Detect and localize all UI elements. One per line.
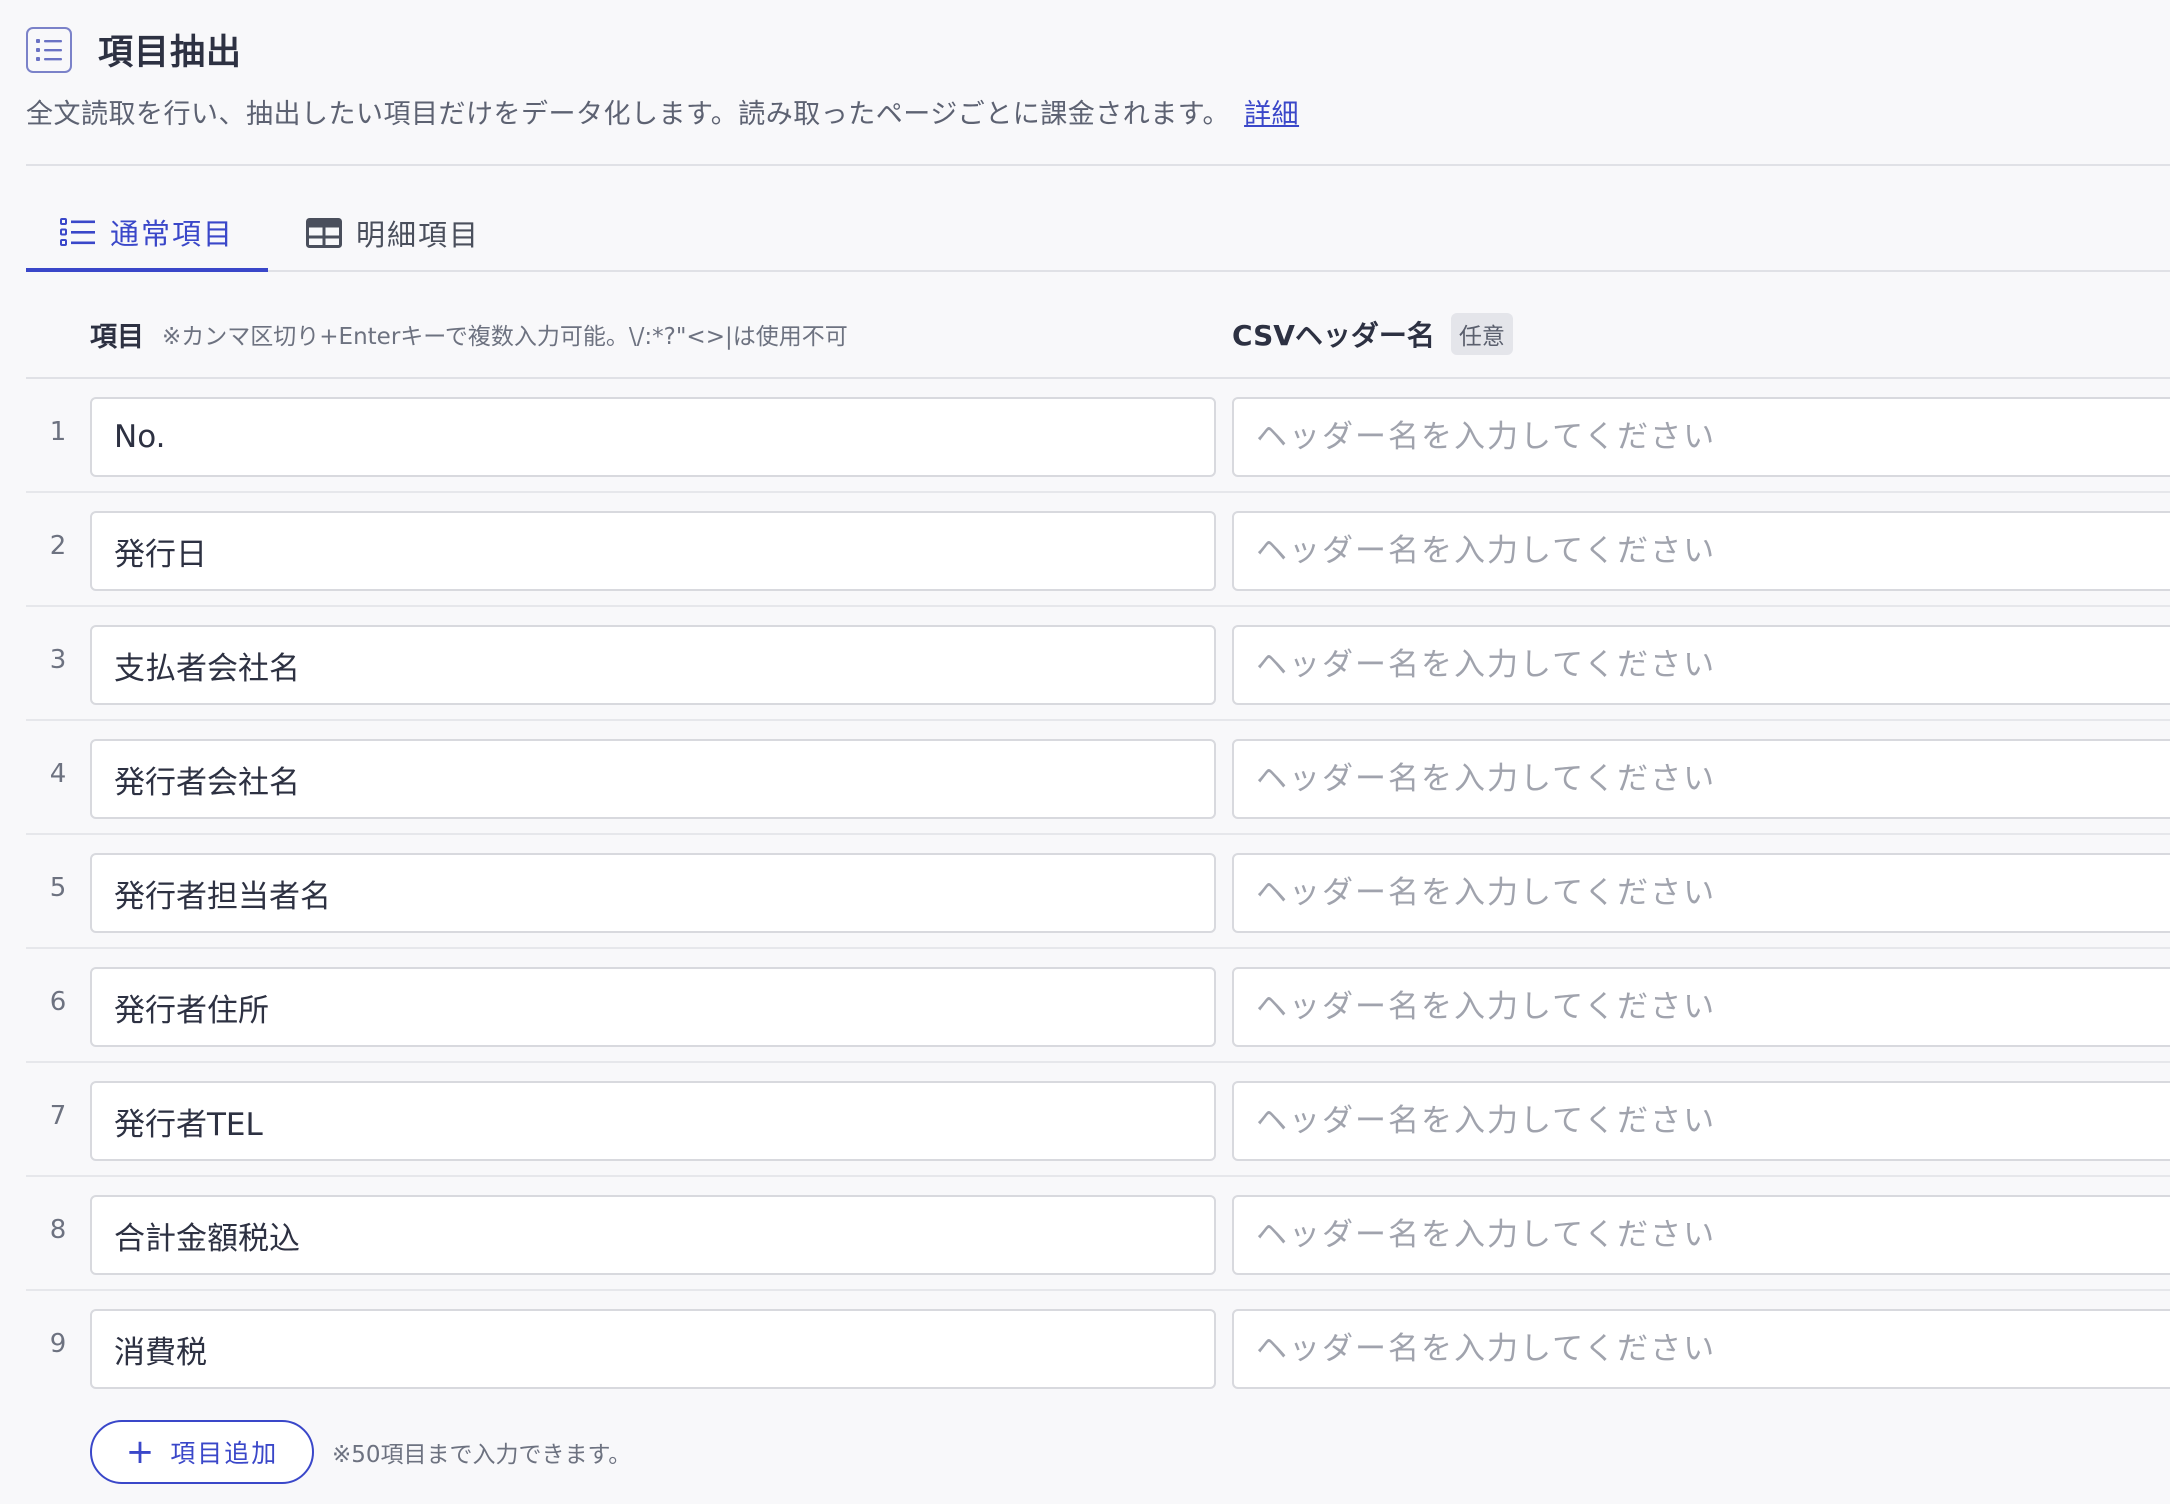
item-name-input[interactable]	[90, 739, 1216, 819]
list-icon	[59, 217, 96, 247]
item-row: 1	[0, 379, 2170, 493]
item-column-header: 項目 ※カンマ区切り+Enterキーで複数入力可能。\/:*?"<>|は使用不可	[90, 300, 848, 368]
item-row: 4	[0, 721, 2170, 835]
list-icon	[26, 26, 72, 73]
item-name-input[interactable]	[90, 967, 1216, 1047]
item-row: 5	[0, 835, 2170, 949]
csv-header-input[interactable]	[1232, 1081, 2170, 1161]
add-item-button[interactable]: + 項目追加	[90, 1420, 314, 1484]
row-number: 6	[49, 987, 67, 1017]
item-row: 3	[0, 607, 2170, 721]
row-number: 8	[49, 1215, 67, 1245]
table-icon	[306, 218, 342, 248]
row-number: 1	[49, 417, 67, 447]
item-row: 7	[0, 1063, 2170, 1177]
item-row: 9	[0, 1291, 2170, 1405]
item-column-hint: ※カンマ区切り+Enterキーで複数入力可能。\/:*?"<>|は使用不可	[162, 324, 848, 350]
csv-header-input[interactable]	[1232, 967, 2170, 1047]
csv-column-label: CSVヘッダー名	[1232, 319, 1435, 352]
row-number: 5	[49, 873, 67, 903]
row-number: 9	[49, 1329, 67, 1359]
tab-label: 通常項目	[109, 217, 234, 251]
item-name-input[interactable]	[90, 625, 1216, 705]
plus-icon: +	[125, 1432, 157, 1472]
detail-link[interactable]: 詳細	[1244, 99, 1299, 130]
row-number: 7	[49, 1101, 67, 1131]
page: 項目抽出 全文読取を行い、抽出したい項目だけをデータ化します。読み取ったページご…	[0, 0, 2170, 1504]
item-name-input[interactable]	[90, 397, 1216, 477]
csv-header-input[interactable]	[1232, 511, 2170, 591]
optional-badge: 任意	[1450, 313, 1513, 355]
item-name-input[interactable]	[90, 1081, 1216, 1161]
description-text: 全文読取を行い、抽出したい項目だけをデータ化します。読み取ったページごとに課金さ…	[26, 99, 1231, 130]
item-row: 8	[0, 1177, 2170, 1291]
item-rows: 1 2 3 4 5 6 7	[0, 379, 2170, 1405]
add-item-footer: + 項目追加 ※50項目まで入力できます。	[90, 1420, 631, 1484]
page-description: 全文読取を行い、抽出したい項目だけをデータ化します。読み取ったページごとに課金さ…	[26, 92, 1299, 131]
item-limit-note: ※50項目まで入力できます。	[332, 1442, 632, 1468]
row-number: 3	[49, 645, 67, 675]
page-header: 項目抽出	[26, 24, 242, 75]
header-divider	[26, 164, 2170, 166]
add-item-label: 項目追加	[170, 1439, 279, 1468]
item-name-input[interactable]	[90, 511, 1216, 591]
tab-bar: 通常項目 明細項目	[26, 196, 2170, 272]
page-title: 項目抽出	[98, 33, 243, 73]
csv-header-input[interactable]	[1232, 397, 2170, 477]
item-name-input[interactable]	[90, 1195, 1216, 1275]
csv-header-input[interactable]	[1232, 739, 2170, 819]
tab-detail-items[interactable]: 明細項目	[306, 196, 480, 270]
row-number: 4	[49, 759, 67, 789]
csv-header-input[interactable]	[1232, 1195, 2170, 1275]
tab-label: 明細項目	[356, 218, 481, 252]
row-number: 2	[49, 531, 67, 561]
csv-column-header: CSVヘッダー名 任意	[1232, 300, 1513, 368]
item-name-input[interactable]	[90, 853, 1216, 933]
item-name-input[interactable]	[90, 1309, 1216, 1389]
item-column-label: 項目	[90, 321, 144, 353]
csv-header-input[interactable]	[1232, 625, 2170, 705]
item-row: 2	[0, 493, 2170, 607]
item-row: 6	[0, 949, 2170, 1063]
csv-header-input[interactable]	[1232, 1309, 2170, 1389]
csv-header-input[interactable]	[1232, 853, 2170, 933]
tab-normal-items[interactable]: 通常項目	[26, 196, 268, 272]
